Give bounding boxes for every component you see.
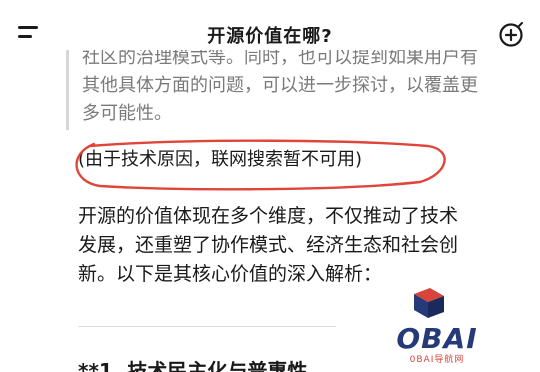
watermark-brand: OBAI: [396, 322, 478, 355]
answer-paragraph: 开源的价值体现在多个维度，不仅推动了技术 发展，还重塑了协作模式、经济生态和社会…: [78, 202, 518, 289]
reasoning-quote: 社区的治理模式等。同时，也可以提到如果用户有 其他具体方面的问题，可以进一步探讨…: [66, 50, 540, 130]
reasoning-text: 社区的治理模式等。同时，也可以提到如果用户有 其他具体方面的问题，可以进一步探讨…: [82, 50, 478, 124]
section-heading: **1. 技术民主化与普惠性: [78, 359, 308, 372]
answer-line: 新。以下是其核心价值的深入解析：: [78, 263, 383, 285]
add-circle-icon[interactable]: [498, 22, 524, 48]
section-divider: [78, 326, 336, 327]
answer-line: 开源的价值体现在多个维度，不仅推动了技术: [78, 205, 459, 227]
highlight-circle: [75, 139, 446, 191]
page-title: 开源价值在哪?: [207, 26, 333, 47]
watermark-subtitle: 0BAI导航网: [409, 355, 465, 365]
answer-line: 发展，还重塑了协作模式、经济生态和社会创: [78, 234, 459, 256]
